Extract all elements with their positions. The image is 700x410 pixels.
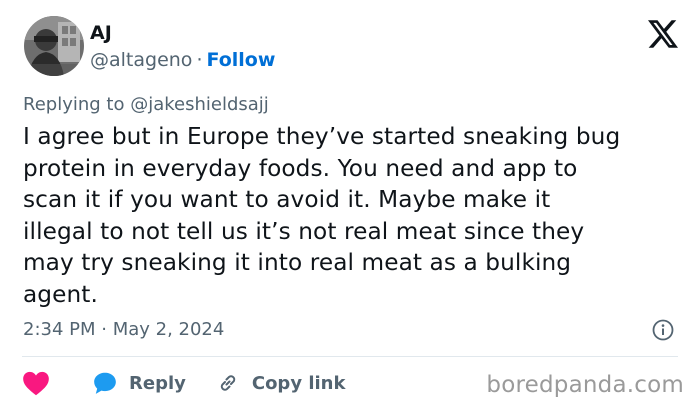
reply-mention-link[interactable]: @jakeshieldsajj bbox=[130, 94, 269, 115]
tweet-text: I agree but in Europe they’ve started sn… bbox=[23, 121, 673, 310]
follow-button[interactable]: Follow bbox=[206, 49, 275, 71]
reply-button[interactable]: Reply bbox=[92, 370, 186, 396]
tweet-line: agent. bbox=[23, 280, 98, 308]
display-name[interactable]: AJ bbox=[90, 21, 112, 45]
user-handle[interactable]: @altageno bbox=[90, 49, 192, 71]
tweet-line: illegal to not tell us it’s not real mea… bbox=[23, 217, 585, 245]
replying-to: Replying to @jakeshieldsajj bbox=[23, 93, 269, 117]
avatar-image bbox=[24, 16, 84, 76]
timestamp[interactable]: 2:34 PM · May 2, 2024 bbox=[23, 318, 224, 342]
watermark: boredpanda.com bbox=[486, 372, 684, 398]
divider bbox=[22, 356, 678, 357]
heart-icon[interactable] bbox=[22, 370, 50, 396]
tweet-card: AJ @altageno · Follow Replying to @jakeshi… bbox=[0, 0, 700, 410]
action-bar: Reply Copy link bbox=[22, 369, 345, 397]
avatar[interactable] bbox=[24, 16, 84, 76]
handle-row: @altageno · Follow bbox=[90, 48, 275, 72]
separator-dot: · bbox=[196, 49, 203, 71]
tweet-line: scan it if you want to avoid it. Maybe m… bbox=[23, 186, 551, 213]
speech-bubble-icon bbox=[92, 370, 118, 396]
replying-prefix: Replying to bbox=[23, 94, 125, 115]
tweet-line: I agree but in Europe they’ve started sn… bbox=[23, 123, 621, 150]
copy-link-button[interactable]: Copy link bbox=[216, 371, 346, 395]
reply-label: Reply bbox=[129, 372, 186, 394]
info-icon[interactable] bbox=[652, 319, 674, 341]
x-logo-icon[interactable] bbox=[648, 20, 678, 48]
link-icon bbox=[216, 371, 240, 395]
copy-link-label: Copy link bbox=[251, 372, 346, 394]
tweet-line: protein in everyday foods. You need and … bbox=[23, 154, 578, 182]
tweet-line: may try sneaking it into real meat as a … bbox=[23, 249, 572, 276]
